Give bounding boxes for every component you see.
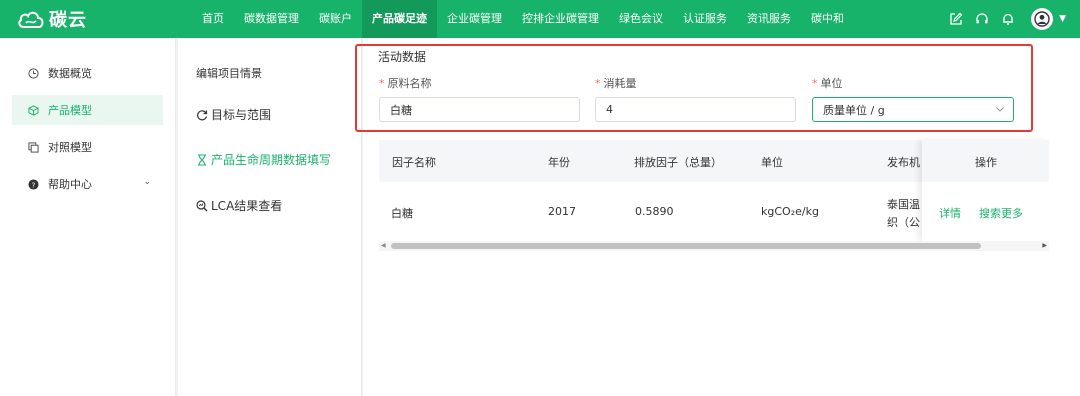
search-chart-icon [196, 199, 208, 211]
nav-item-news[interactable]: 资讯服务 [737, 0, 801, 38]
required-mark: * [379, 77, 385, 90]
column-header-publisher: 发布机 [887, 156, 920, 169]
scrollbar-thumb[interactable] [391, 243, 981, 249]
required-mark: * [595, 77, 601, 90]
chevron-down-icon [996, 107, 1004, 112]
details-link[interactable]: 详情 [939, 205, 961, 221]
unit-label: * 单位 [812, 77, 843, 90]
cell-emission-factor: 0.5890 [635, 205, 674, 218]
bell-icon[interactable] [995, 0, 1021, 38]
activity-data-title: 活动数据 [378, 50, 427, 64]
app-logo-text: 碳云 [49, 10, 87, 31]
cloud-logo-icon [18, 11, 44, 28]
nav-item-carbon-data[interactable]: 碳数据管理 [234, 0, 309, 38]
column-header-factor-name: 因子名称 [392, 156, 436, 169]
nav-item-controlled-enterprise[interactable]: 控排企业碳管理 [512, 0, 609, 38]
required-mark: * [812, 77, 818, 90]
nav-item-certification[interactable]: 认证服务 [673, 0, 737, 38]
app-logo[interactable]: 碳云 [16, 6, 166, 32]
hourglass-icon [198, 153, 206, 166]
sidebar-item-compare-model[interactable]: 对照模型 [12, 132, 163, 162]
nav-item-product-footprint[interactable]: 产品碳足迹 [362, 0, 437, 38]
cell-year: 2017 [548, 205, 576, 218]
nav-item-home[interactable]: 首页 [192, 0, 234, 38]
cube-icon [26, 103, 40, 117]
table-horizontal-scrollbar[interactable]: ◀ ▶ [379, 241, 1049, 251]
material-name-label: * 原料名称 [379, 77, 432, 90]
unit-select-value: 质量单位 / g [823, 103, 885, 117]
sidebar-item-label: 对照模型 [48, 141, 92, 154]
nav-item-green-meeting[interactable]: 绿色会议 [609, 0, 673, 38]
consumption-input[interactable] [595, 97, 796, 122]
edit-icon[interactable] [943, 0, 969, 38]
nav-item-enterprise-carbon[interactable]: 企业碳管理 [437, 0, 512, 38]
sidebar-item-label: 产品模型 [48, 104, 92, 117]
headset-icon[interactable] [969, 0, 995, 38]
step-goal-scope[interactable]: 目标与范围 [196, 106, 271, 123]
sidebar-item-product-model[interactable]: 产品模型 [12, 95, 163, 125]
svg-text:?: ? [31, 180, 35, 189]
column-header-year: 年份 [548, 156, 570, 169]
actions-column: 操作 详情 搜索更多 [922, 140, 1049, 241]
step-lca-results[interactable]: LCA结果查看 [196, 197, 282, 214]
caret-down-icon[interactable]: ▼ [1059, 14, 1066, 24]
actions-column-header: 操作 [922, 140, 1049, 182]
steps-title: 编辑项目情景 [196, 67, 262, 80]
top-nav-bar: 碳云 首页 碳数据管理 碳账户 产品碳足迹 企业碳管理 控排企业碳管理 绿色会议… [0, 0, 1080, 38]
step-label: 产品生命周期数据填写 [211, 153, 332, 167]
search-more-link[interactable]: 搜索更多 [979, 205, 1023, 221]
sidebar-item-label: 帮助中心 [48, 178, 92, 191]
step-lifecycle-data[interactable]: 产品生命周期数据填写 [196, 151, 331, 168]
cycle-icon [197, 109, 208, 120]
topbar-actions: ▼ [943, 0, 1066, 38]
unit-select[interactable]: 质量单位 / g [812, 97, 1014, 122]
main-nav: 首页 碳数据管理 碳账户 产品碳足迹 企业碳管理 控排企业碳管理 绿色会议 认证… [192, 0, 854, 38]
sidebar-item-label: 数据概览 [48, 67, 92, 80]
sidebar: 数据概览 产品模型 对照模型 ? 帮助中心 ⌄ [0, 38, 176, 396]
nav-item-carbon-account[interactable]: 碳账户 [309, 0, 362, 38]
cell-unit: kgCO₂e/kg [761, 205, 819, 218]
cell-publisher-line1: 泰国温 [887, 198, 920, 211]
clock-icon [26, 66, 40, 80]
cell-publisher-line2: 织（公 [887, 216, 920, 229]
scroll-left-arrow-icon[interactable]: ◀ [381, 242, 386, 249]
user-avatar-icon[interactable] [1031, 8, 1054, 30]
question-icon: ? [26, 177, 40, 191]
sidebar-item-help-center[interactable]: ? 帮助中心 ⌄ [12, 169, 163, 199]
step-label: 目标与范围 [211, 108, 272, 122]
chevron-down-icon[interactable]: ⌄ [143, 177, 151, 187]
scenario-steps-panel: 编辑项目情景 目标与范围 产品生命周期数据填写 LCA结果查看 [178, 38, 362, 396]
nav-item-carbon-neutral[interactable]: 碳中和 [801, 0, 854, 38]
step-label: LCA结果查看 [211, 199, 283, 213]
material-name-input[interactable] [379, 97, 580, 122]
column-header-emission-factor: 排放因子（总量） [634, 156, 722, 169]
column-header-unit: 单位 [761, 156, 783, 169]
copy-icon [26, 140, 40, 154]
scroll-right-arrow-icon[interactable]: ▶ [1042, 242, 1047, 249]
consumption-label: * 消耗量 [595, 77, 637, 90]
sidebar-item-overview[interactable]: 数据概览 [12, 58, 163, 88]
cell-factor-name: 白糖 [391, 207, 413, 220]
column-header-actions: 操作 [975, 156, 997, 169]
